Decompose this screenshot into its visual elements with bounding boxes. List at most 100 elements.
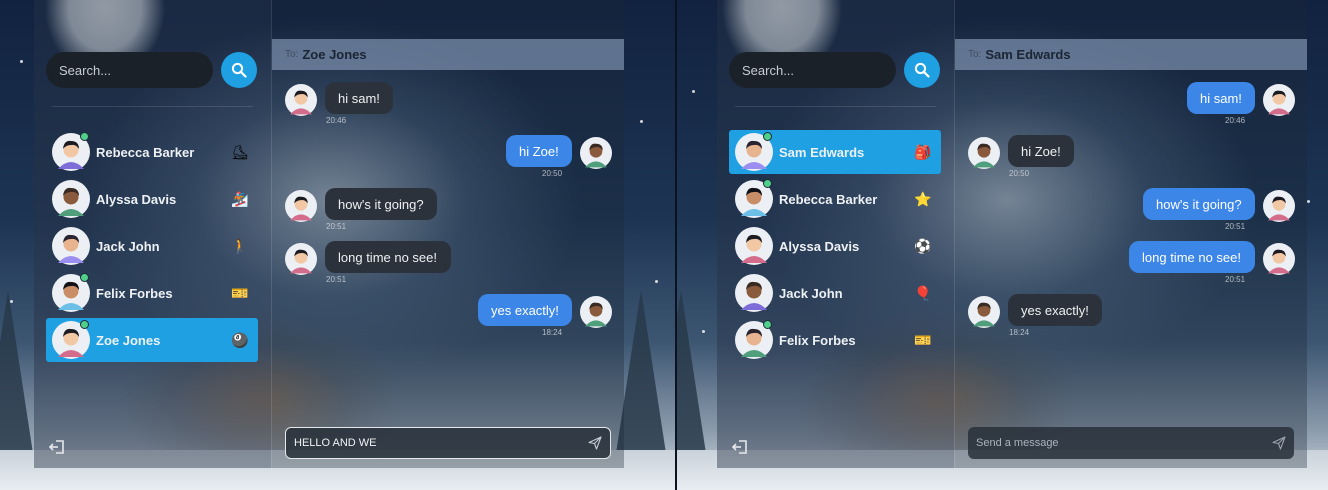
sidebar: Rebecca Barker ⛸ Alyssa Davis 🏂 Jack John 🚶 Fe…: [34, 0, 271, 468]
recipient-name: Sam Edwards: [985, 47, 1071, 62]
status-emoji-icon: 🎫: [231, 284, 249, 301]
message-bubble: hi sam!: [1187, 82, 1255, 114]
contact-item[interactable]: Rebecca Barker ⭐: [729, 177, 941, 221]
avatar: [52, 180, 90, 218]
avatar: [1263, 243, 1295, 275]
message-bubble: yes exactly!: [1008, 294, 1102, 326]
to-label: To:: [285, 49, 299, 60]
contact-item[interactable]: Alyssa Davis ⚽: [729, 224, 941, 268]
message-time: 20:51: [1225, 275, 1246, 284]
online-indicator: [80, 273, 89, 282]
contact-name: Jack John: [96, 238, 160, 254]
avatar: [1263, 190, 1295, 222]
logout-icon: [48, 440, 64, 454]
status-emoji-icon: ⚽: [914, 237, 932, 254]
status-emoji-icon: 🏂: [231, 190, 249, 207]
outgoing-message: long time no see! 20:51: [955, 241, 1307, 285]
snowflake: [640, 120, 643, 123]
contact-item[interactable]: Alyssa Davis 🏂: [46, 177, 258, 221]
message-bubble: long time no see!: [325, 241, 451, 273]
message-bubble: how's it going?: [1143, 188, 1255, 220]
message-input[interactable]: [968, 437, 1264, 449]
chat-area: To: Zoe Jones hi sam! 20:46 hi Zoe! 20:50 ho…: [271, 0, 624, 468]
search-input[interactable]: [46, 52, 213, 88]
outgoing-message: hi Zoe! 20:50: [272, 135, 624, 179]
incoming-message: hi Zoe! 20:50: [955, 135, 1307, 179]
chat-header: To: Zoe Jones: [272, 39, 624, 70]
avatar: [735, 227, 773, 265]
left-window: Rebecca Barker ⛸ Alyssa Davis 🏂 Jack John 🚶 Fe…: [0, 0, 675, 490]
search-button[interactable]: [904, 52, 940, 88]
divider: [52, 106, 253, 107]
message-bubble: how's it going?: [325, 188, 437, 220]
contact-item[interactable]: Rebecca Barker ⛸: [46, 130, 258, 174]
status-emoji-icon: 🎈: [914, 284, 932, 301]
status-emoji-icon: 🎒: [914, 143, 932, 160]
contact-name: Alyssa Davis: [779, 238, 860, 254]
avatar: [52, 227, 90, 265]
logout-button[interactable]: [48, 438, 66, 456]
message-time: 20:46: [326, 116, 347, 125]
message-composer: [968, 427, 1294, 459]
contact-item[interactable]: Jack John 🎈: [729, 271, 941, 315]
message-bubble: yes exactly!: [478, 294, 572, 326]
search-bar: [46, 52, 257, 88]
snowflake: [20, 60, 23, 63]
online-indicator: [763, 132, 772, 141]
tree: [0, 290, 34, 460]
status-emoji-icon: ⛸: [231, 143, 249, 160]
avatar: [1263, 84, 1295, 116]
message-time: 20:51: [326, 222, 347, 231]
avatar: [580, 137, 612, 169]
message-bubble: hi sam!: [325, 82, 393, 114]
message-time: 20:51: [1225, 222, 1246, 231]
snowflake: [692, 90, 695, 93]
message-time: 20:50: [1009, 169, 1030, 178]
search-icon: [231, 62, 247, 78]
incoming-message: long time no see! 20:51: [272, 241, 624, 285]
online-indicator: [763, 179, 772, 188]
message-input[interactable]: [286, 437, 580, 449]
message-composer: [285, 427, 611, 459]
contact-list: Sam Edwards 🎒 Rebecca Barker ⭐ Alyssa Davis ⚽…: [729, 130, 941, 365]
outgoing-message: yes exactly! 18:24: [272, 294, 624, 338]
logout-icon: [731, 440, 747, 454]
search-button[interactable]: [221, 52, 257, 88]
contact-item[interactable]: Sam Edwards 🎒: [729, 130, 941, 174]
contact-name: Rebecca Barker: [96, 144, 195, 160]
incoming-message: yes exactly! 18:24: [955, 294, 1307, 338]
incoming-message: how's it going? 20:51: [272, 188, 624, 232]
snowflake: [1307, 200, 1310, 203]
contact-name: Zoe Jones: [96, 332, 161, 348]
contact-item[interactable]: Felix Forbes 🎫: [46, 271, 258, 315]
contact-name: Jack John: [779, 285, 843, 301]
contact-item[interactable]: Felix Forbes 🎫: [729, 318, 941, 362]
logout-button[interactable]: [731, 438, 749, 456]
search-icon: [914, 62, 930, 78]
status-emoji-icon: ⭐: [914, 190, 932, 207]
avatar: [285, 243, 317, 275]
recipient-name: Zoe Jones: [302, 47, 367, 62]
search-input[interactable]: [729, 52, 896, 88]
send-icon: [588, 436, 602, 450]
message-bubble: hi Zoe!: [1008, 135, 1074, 167]
chat-header: To: Sam Edwards: [955, 39, 1307, 70]
message-time: 20:50: [542, 169, 563, 178]
contact-name: Rebecca Barker: [779, 191, 878, 207]
right-window: Sam Edwards 🎒 Rebecca Barker ⭐ Alyssa Davis ⚽…: [677, 0, 1328, 490]
status-emoji-icon: 🎫: [914, 331, 932, 348]
send-button[interactable]: [1264, 436, 1294, 450]
message-time: 20:51: [326, 275, 347, 284]
send-button[interactable]: [580, 436, 610, 450]
contact-name: Alyssa Davis: [96, 191, 177, 207]
contact-item[interactable]: Zoe Jones 🎱: [46, 318, 258, 362]
avatar: [285, 190, 317, 222]
contact-list: Rebecca Barker ⛸ Alyssa Davis 🏂 Jack John 🚶 Fe…: [46, 130, 258, 365]
outgoing-message: how's it going? 20:51: [955, 188, 1307, 232]
status-emoji-icon: 🚶: [231, 237, 249, 254]
incoming-message: hi sam! 20:46: [272, 82, 624, 126]
avatar: [580, 296, 612, 328]
contact-item[interactable]: Jack John 🚶: [46, 224, 258, 268]
contact-name: Sam Edwards: [779, 144, 865, 160]
avatar: [285, 84, 317, 116]
